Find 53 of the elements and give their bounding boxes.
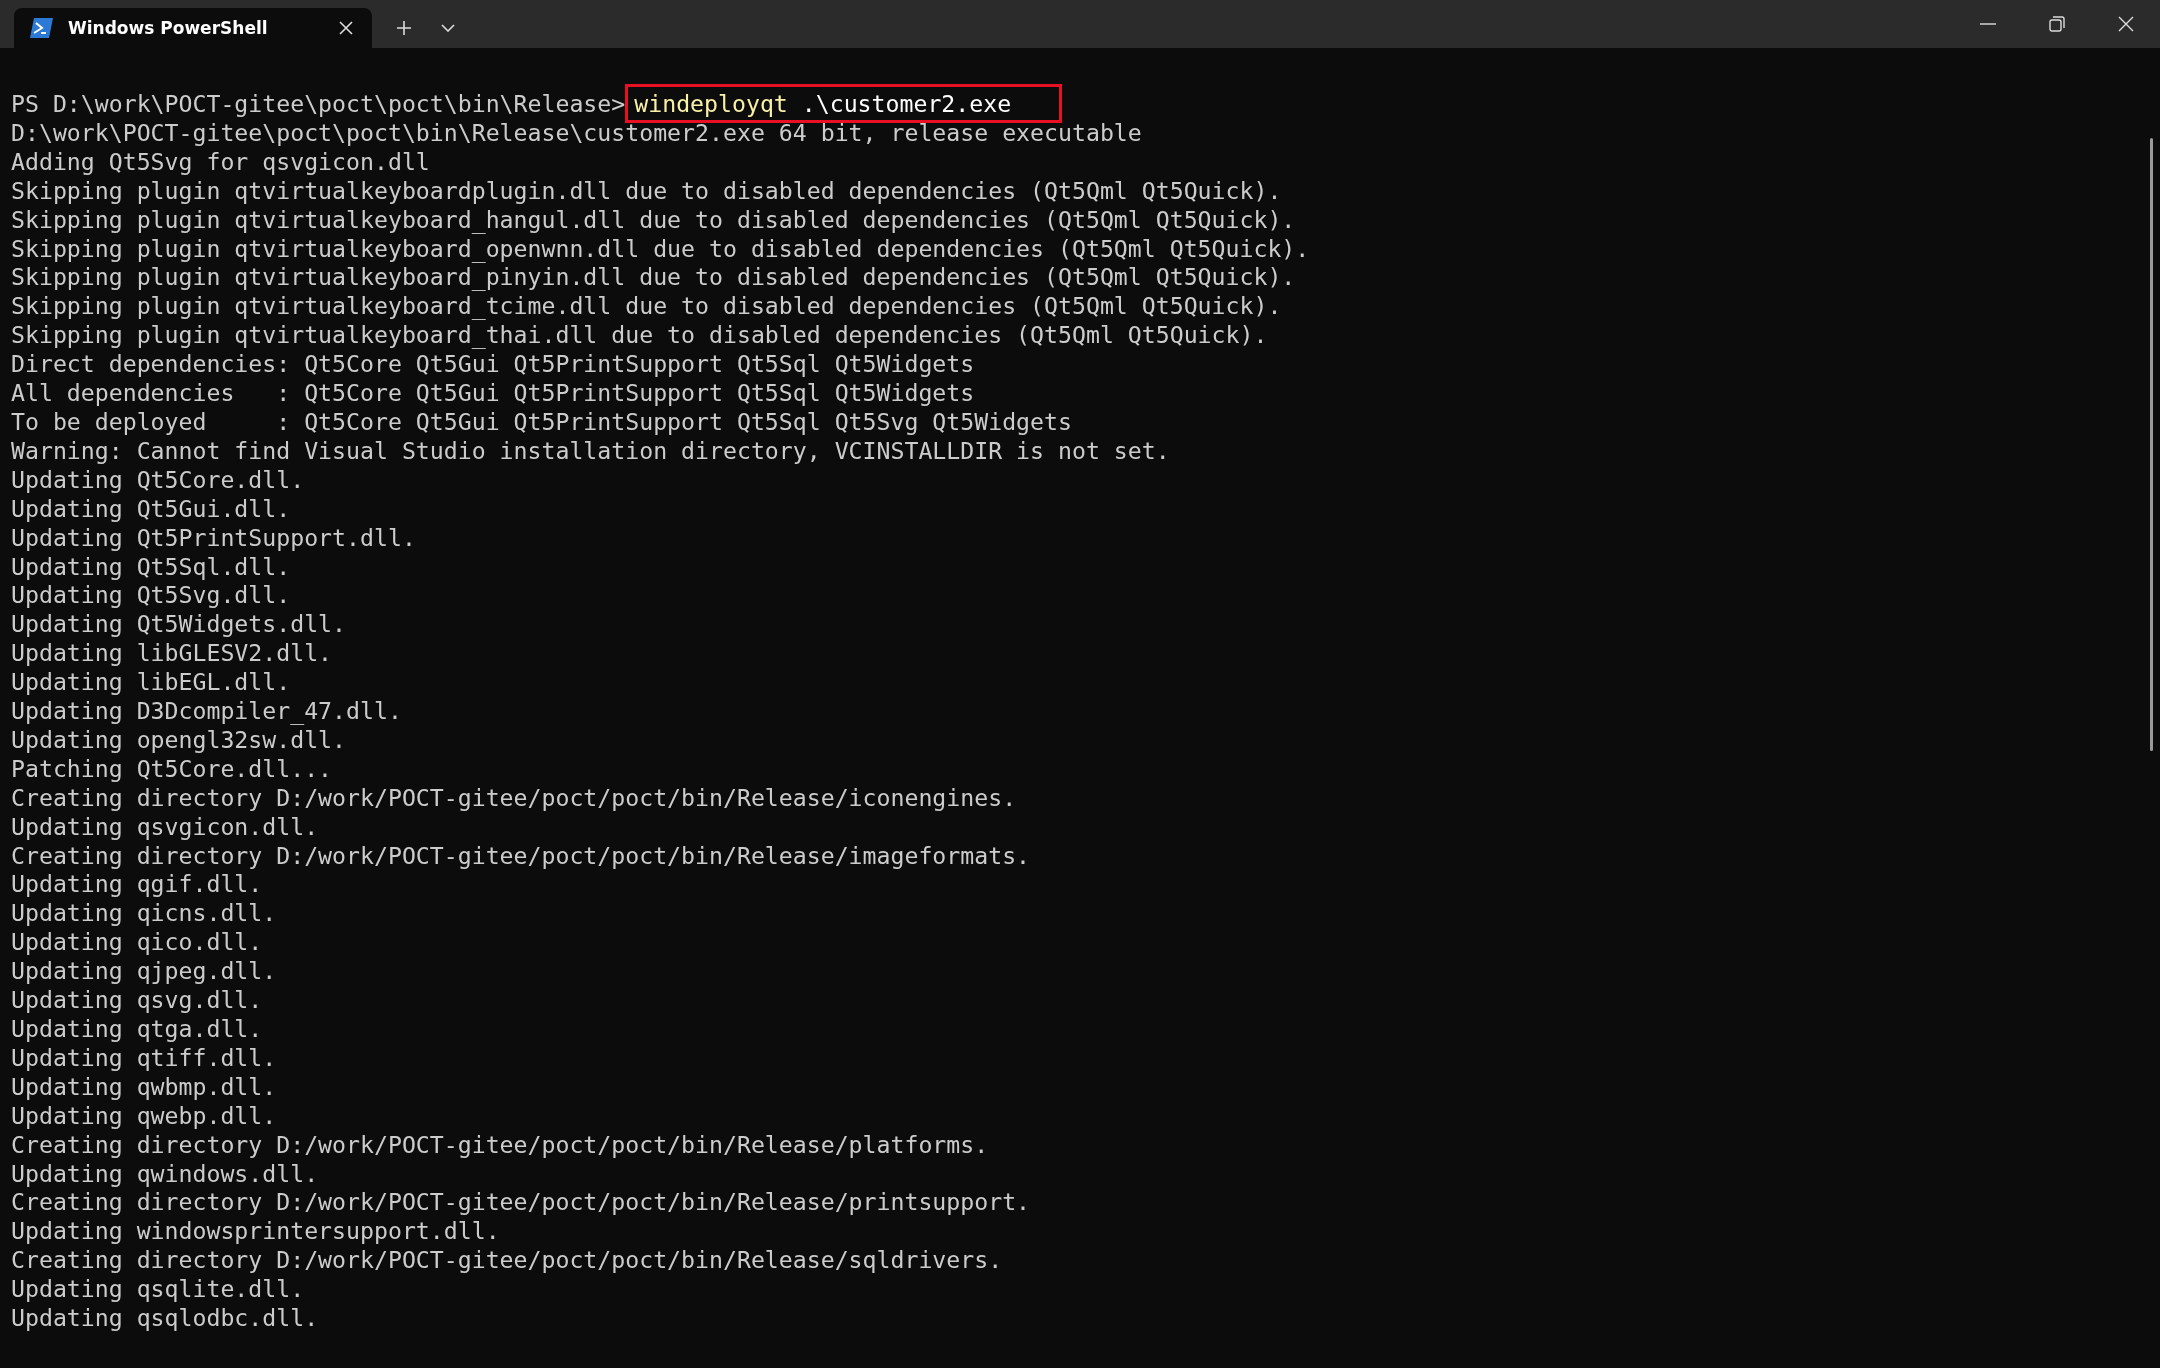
output-line: Updating qico.dll. [11, 928, 263, 958]
output-line: Skipping plugin qtvirtualkeyboard_tcime.dll due to disabled dependencies (Qt5Qml Qt5Quick). [11, 292, 1282, 322]
output-line: Direct dependencies: Qt5Core Qt5Gui Qt5PrintSupport Qt5Sql Qt5Widgets [11, 350, 975, 380]
terminal-tab[interactable]: Windows PowerShell [14, 8, 372, 48]
output-line: Skipping plugin qtvirtualkeyboard_hangul.dll due to disabled dependencies (Qt5Qml Qt5Quick). [11, 205, 1296, 235]
output-line: Patching Qt5Core.dll... [11, 754, 333, 784]
output-line: Updating qjpeg.dll. [11, 957, 277, 987]
output-line: Skipping plugin qtvirtualkeyboard_thai.dll due to disabled dependencies (Qt5Qml Qt5Quick). [11, 321, 1268, 351]
output-line: Updating Qt5Widgets.dll. [11, 610, 347, 640]
output-line: Updating Qt5Svg.dll. [11, 581, 291, 611]
scrollbar-thumb[interactable] [2150, 138, 2153, 751]
powershell-icon [30, 18, 54, 38]
output-line: Creating directory D:/work/POCT-gitee/poct/poct/bin/Release/sqldrivers. [11, 1246, 1003, 1276]
close-icon [339, 21, 353, 35]
output-line: Skipping plugin qtvirtualkeyboard_pinyin.dll due to disabled dependencies (Qt5Qml Qt5Quick). [11, 263, 1296, 293]
command-text: windeployqt .\customer2.exe [625, 84, 1063, 123]
output-line: Skipping plugin qtvirtualkeyboard_openwnn.dll due to disabled dependencies (Qt5Qml Qt5Quick). [11, 234, 1310, 264]
minimize-icon [1979, 23, 1996, 25]
output-line: Updating qtga.dll. [11, 1015, 263, 1044]
output-line: Updating qicns.dll. [11, 899, 277, 929]
output-line: Updating D3Dcompiler_47.dll. [11, 697, 402, 726]
output-line: Updating Qt5PrintSupport.dll. [11, 523, 416, 553]
output-line: Updating opengl32sw.dll. [11, 725, 347, 755]
tab-title: Windows PowerShell [68, 18, 269, 38]
output-line: Updating Qt5Gui.dll. [11, 494, 291, 524]
chevron-down-icon [441, 24, 455, 32]
output-line: Adding Qt5Svg for qsvgicon.dll [11, 147, 430, 177]
output-line: Updating Qt5Sql.dll. [11, 552, 291, 582]
output-line: Updating libGLESV2.dll. [11, 639, 333, 669]
output-line: Updating qgif.dll. [11, 870, 263, 900]
output-line: All dependencies : Qt5Core Qt5Gui Qt5PrintSupport Qt5Sql Qt5Widgets [11, 379, 975, 408]
prompt-text: PS D:\work\POCT-gitee\poct\poct\bin\Release> [11, 90, 626, 117]
output-line: Creating directory D:/work/POCT-gitee/poct/poct/bin/Release/imageformats. [11, 841, 1031, 871]
output-line: Updating qwebp.dll. [11, 1101, 277, 1131]
output-line: To be deployed : Qt5Core Qt5Gui Qt5PrintSupport Qt5Sql Qt5Svg Qt5Widgets [11, 407, 1072, 437]
output-line: Updating Qt5Core.dll. [11, 465, 305, 495]
output-line: Creating directory D:/work/POCT-gitee/poct/poct/bin/Release/printsupport. [11, 1188, 1031, 1218]
output-line: Warning: Cannot find Visual Studio installation directory, VCINSTALLDIR is not set. [11, 436, 1170, 466]
output-line: Updating qwindows.dll. [11, 1159, 319, 1189]
output-line: Updating qsvgicon.dll. [11, 812, 319, 842]
output-line: Creating directory D:/work/POCT-gitee/poct/poct/bin/Release/platforms. [11, 1130, 989, 1160]
output-line: Updating libEGL.dll. [11, 668, 291, 698]
output-line: Updating qsqlodbc.dll. [11, 1304, 319, 1333]
output-line: Updating qwbmp.dll. [11, 1072, 277, 1102]
output-line: Updating qtiff.dll. [11, 1043, 277, 1073]
output-line: Updating qsvg.dll. [11, 986, 263, 1015]
output-line: Updating qsqlite.dll. [11, 1275, 305, 1305]
close-icon [2117, 16, 2134, 32]
output-line: Skipping plugin qtvirtualkeyboardplugin.dll due to disabled dependencies (Qt5Qml Qt5Quick). [11, 176, 1282, 206]
restore-icon [2048, 16, 2065, 32]
plus-icon [396, 20, 412, 36]
output-line: Updating windowsprintersupport.dll. [11, 1217, 500, 1247]
output-line: Creating directory D:/work/POCT-gitee/poct/poct/bin/Release/iconengines. [11, 783, 1017, 813]
